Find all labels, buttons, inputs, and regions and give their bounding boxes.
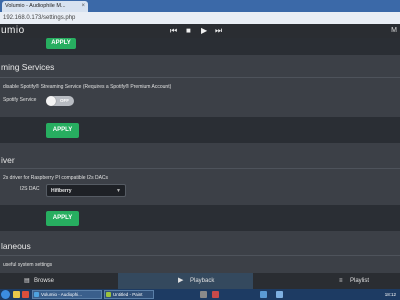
- os-taskbar: Volumio - Audiophi... Untitled - Paint 1…: [0, 289, 400, 300]
- tab-title: Volumio - Audiophile M...: [5, 3, 66, 9]
- paint-icon: [106, 292, 111, 297]
- play-icon[interactable]: ▶: [201, 25, 207, 37]
- divider: [0, 168, 400, 169]
- play-icon[interactable]: ▶: [178, 273, 183, 289]
- taskbar-task-paint[interactable]: Untitled - Paint: [104, 290, 154, 299]
- i2s-dac-select[interactable]: Hifiberry ▼: [46, 184, 126, 197]
- previous-icon[interactable]: ⏮: [170, 25, 177, 37]
- tray-icon[interactable]: [276, 291, 283, 298]
- misc-description: useful system settings: [3, 262, 53, 268]
- playlist-icon[interactable]: ≡: [339, 273, 343, 289]
- media-player-icon[interactable]: [22, 291, 29, 298]
- apply-button-top[interactable]: APPLY: [46, 38, 76, 49]
- tray-icon[interactable]: [260, 291, 267, 298]
- app-header: umio ⏮ ■ ▶ ⏭ M: [0, 24, 400, 38]
- app-logo: umio: [1, 25, 25, 36]
- address-input[interactable]: 192.168.0.173/settings.php: [3, 13, 75, 23]
- task-label: Untitled - Paint: [113, 292, 143, 297]
- taskbar-task-browser[interactable]: Volumio - Audiophi...: [32, 290, 102, 299]
- tab-close-icon[interactable]: ×: [81, 1, 85, 12]
- driver-section-title: iver: [1, 155, 15, 165]
- start-button[interactable]: [1, 290, 10, 299]
- chevron-down-icon: ▼: [116, 188, 121, 194]
- divider: [0, 255, 400, 256]
- apply-button-driver[interactable]: APPLY: [46, 211, 79, 226]
- browser-icon: [34, 292, 39, 297]
- i2s-dac-selected: Hifiberry: [51, 188, 72, 194]
- divider: [0, 77, 400, 78]
- stop-icon[interactable]: ■: [186, 25, 191, 37]
- spotify-service-toggle[interactable]: OFF: [46, 96, 74, 106]
- driver-description: 2s driver for Raspberry PI compatible I2…: [3, 175, 109, 181]
- task-label: Volumio - Audiophi...: [41, 292, 83, 297]
- misc-section-title: laneous: [1, 241, 31, 251]
- tab-browse[interactable]: Browse: [34, 273, 54, 289]
- next-icon[interactable]: ⏭: [215, 25, 222, 37]
- browse-icon[interactable]: ▤: [24, 273, 30, 289]
- menu-toggle[interactable]: M: [391, 25, 397, 37]
- tab-playlist[interactable]: Playlist: [350, 273, 369, 289]
- spotify-description: disable Spotify® Streaming Service (Requ…: [3, 84, 172, 90]
- browser-tab[interactable]: Volumio - Audiophile M... ×: [2, 1, 88, 12]
- folder-icon[interactable]: [13, 291, 20, 298]
- toggle-knob: [46, 96, 56, 106]
- spotify-service-label: Spotify Service: [3, 97, 37, 103]
- i2s-dac-label: I2S DAC: [20, 186, 40, 192]
- toggle-state: OFF: [60, 98, 69, 103]
- playback-tab-bg: [118, 273, 253, 289]
- browser-tab-bar: Volumio - Audiophile M... ×: [0, 0, 400, 12]
- tray-icon[interactable]: [200, 291, 207, 298]
- spotify-section-title: ming Services: [1, 62, 55, 72]
- tab-playback[interactable]: Playback: [190, 273, 214, 289]
- apply-button-spotify[interactable]: APPLY: [46, 123, 79, 138]
- clock: 18:12: [384, 292, 396, 297]
- tray-icon[interactable]: [212, 291, 219, 298]
